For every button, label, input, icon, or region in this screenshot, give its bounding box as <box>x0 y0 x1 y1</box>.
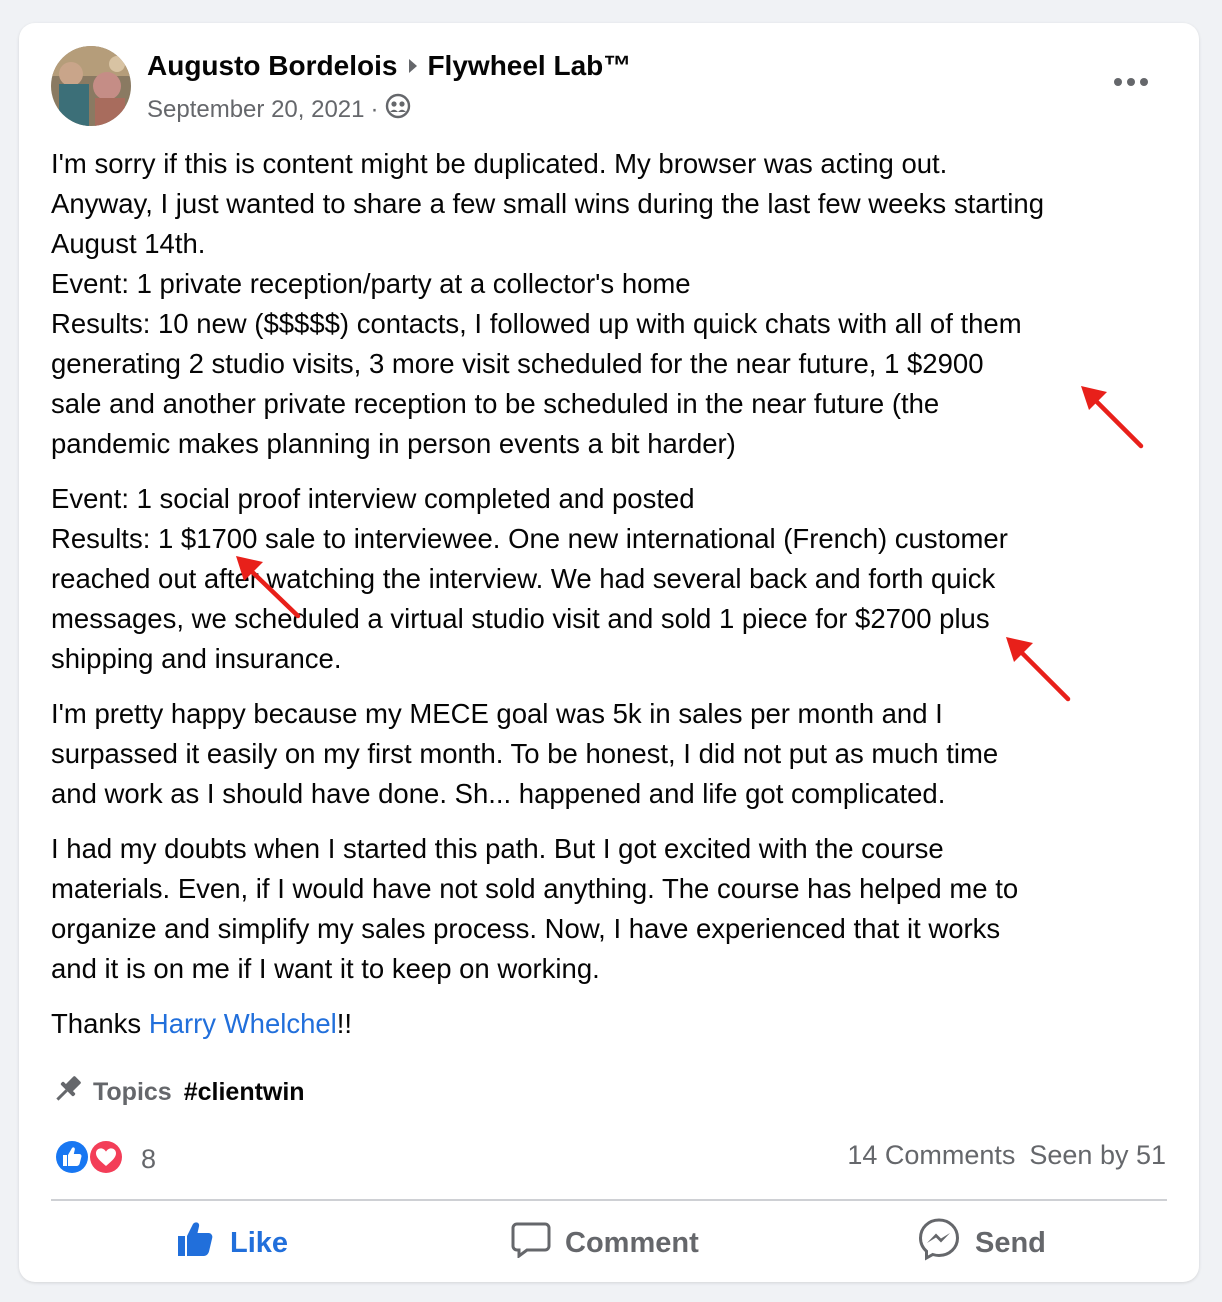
avatar-photo <box>51 46 131 126</box>
like-button[interactable]: Like <box>176 1218 288 1268</box>
text-line: organize and simplify my sales process. … <box>51 913 1001 944</box>
paragraph-4: I had my doubts when I started this path… <box>51 829 1176 989</box>
group-members-icon <box>385 93 411 126</box>
mention-link[interactable]: Harry Whelchel <box>149 1008 337 1039</box>
paragraph-thanks: Thanks Harry Whelchel!! <box>51 1004 1176 1044</box>
comment-bubble-icon <box>511 1220 551 1266</box>
text-line: Results: 1 $1700 sale to interviewee. On… <box>51 523 1008 554</box>
text-line: materials. Even, if I would have not sol… <box>51 873 1019 904</box>
text-line: Event: 1 social proof interview complete… <box>51 483 695 514</box>
annotation-arrow-icon <box>1081 386 1144 449</box>
meta-separator: · <box>370 95 379 123</box>
annotation-arrow-icon <box>1006 637 1071 702</box>
author-name[interactable]: Augusto Bordelois <box>147 50 397 82</box>
pin-icon <box>51 1072 85 1113</box>
divider <box>51 1199 1167 1201</box>
reaction-count: 8 <box>141 1144 157 1174</box>
text-line: surpassed it easily on my first month. T… <box>51 738 999 769</box>
comment-button[interactable]: Comment <box>511 1218 699 1268</box>
paragraph-1: I'm sorry if this is content might be du… <box>51 144 1176 464</box>
post-date[interactable]: September 20, 2021 <box>147 96 365 124</box>
text-line: Results: 10 new ($$$$$) contacts, I foll… <box>51 308 1022 339</box>
text-line: pandemic makes planning in person events… <box>51 428 736 459</box>
text-line: I'm sorry if this is content might be du… <box>51 148 948 179</box>
seen-by-link[interactable]: Seen by 51 <box>1029 1140 1166 1170</box>
caret-right-icon <box>407 50 419 82</box>
topics-row: Topics #clientwin <box>51 1072 305 1113</box>
comment-label: Comment <box>565 1226 699 1259</box>
text-line: generating 2 studio visits, 3 more visit… <box>51 348 984 379</box>
text-line: I had my doubts when I started this path… <box>51 833 944 864</box>
like-reaction-icon <box>53 1138 91 1181</box>
post-stats: 14 Comments Seen by 51 <box>847 1140 1166 1171</box>
comments-count-link[interactable]: 14 Comments <box>847 1140 1015 1170</box>
ellipsis-icon <box>1114 78 1148 86</box>
topics-label: Topics <box>93 1078 172 1106</box>
topic-tag-link[interactable]: #clientwin <box>184 1078 305 1107</box>
text-line: and it is on me if I want it to keep on … <box>51 953 600 984</box>
send-button[interactable]: Send <box>917 1218 1046 1268</box>
text-line: reached out after watching the interview… <box>51 563 996 594</box>
thanks-suffix: !! <box>336 1008 353 1039</box>
post-header-title: Augusto Bordelois Flywheel Lab™ <box>147 50 631 82</box>
love-reaction-icon <box>87 1138 125 1181</box>
more-options-button[interactable] <box>1108 62 1154 102</box>
text-line: sale and another private reception to be… <box>51 388 940 419</box>
text-line: August 14th. <box>51 228 206 259</box>
post-body: I'm sorry if this is content might be du… <box>51 144 1176 1059</box>
annotation-arrow-icon <box>236 556 301 619</box>
author-avatar[interactable] <box>51 46 131 126</box>
thumbs-up-icon <box>176 1220 216 1266</box>
text-line: Event: 1 private reception/party at a co… <box>51 268 691 299</box>
text-line: and work as I should have done. Sh... ha… <box>51 778 946 809</box>
reactions-summary[interactable]: 8 <box>53 1138 156 1181</box>
post-meta: September 20, 2021 · <box>147 93 411 126</box>
send-label: Send <box>975 1226 1046 1259</box>
text-line: Anyway, I just wanted to share a few sma… <box>51 188 1044 219</box>
thanks-prefix: Thanks <box>51 1008 149 1039</box>
messenger-icon <box>917 1217 961 1269</box>
group-name[interactable]: Flywheel Lab™ <box>427 50 631 82</box>
like-label: Like <box>230 1226 289 1259</box>
paragraph-3: I'm pretty happy because my MECE goal wa… <box>51 694 1176 814</box>
